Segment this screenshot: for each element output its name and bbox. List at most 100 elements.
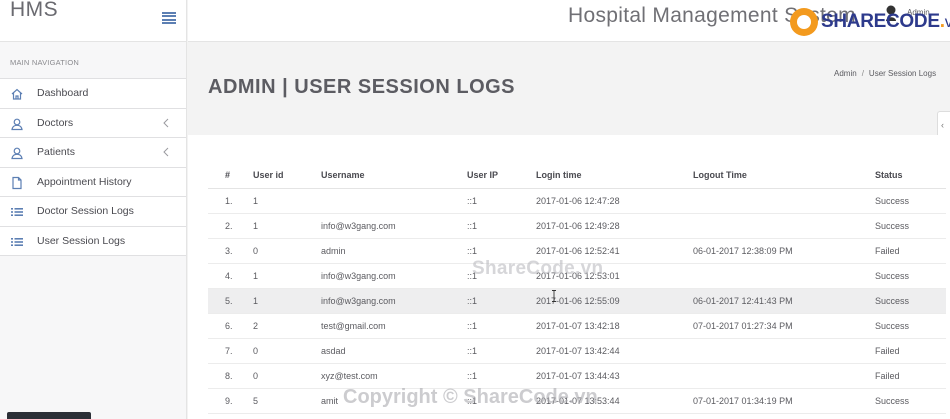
cell-login-time: 2017-01-06 12:52:41 bbox=[519, 238, 676, 264]
cell-logout-time: 06-01-2017 12:41:43 PM bbox=[676, 288, 858, 314]
cell-user-id: 0 bbox=[236, 338, 304, 364]
cell-logout-time bbox=[676, 188, 858, 214]
sidebar-item-dashboard[interactable]: Dashboard bbox=[0, 79, 186, 109]
table-row: 9. 5 amit::1 2017-01-07 13:53:44 07-01-2017 … bbox=[208, 388, 946, 414]
cell-user-ip: ::1 bbox=[450, 338, 519, 364]
breadcrumb-home[interactable]: Admin bbox=[834, 69, 857, 78]
cell-number: 6. bbox=[208, 313, 236, 339]
cell-number: 8. bbox=[208, 363, 236, 389]
list-icon bbox=[11, 237, 23, 246]
sidebar-item-label: Doctors bbox=[37, 116, 74, 129]
chevron-left-icon[interactable] bbox=[162, 146, 170, 158]
cell-user-ip: ::1 bbox=[450, 288, 519, 314]
text-cursor-icon bbox=[552, 290, 556, 302]
cell-user-id: 5 bbox=[236, 388, 304, 414]
cell-user-ip: ::1 bbox=[450, 263, 519, 289]
cell-status: Failed bbox=[858, 338, 946, 364]
sidebar-item-label: Patients bbox=[37, 146, 75, 159]
menu-toggle-icon[interactable] bbox=[162, 12, 176, 24]
cell-status: Failed bbox=[858, 363, 946, 389]
breadcrumb: Admin / User Session Logs bbox=[834, 69, 936, 78]
table-row: 4. 1 info@w3gang.com::1 2017-01-06 12:53:01… bbox=[208, 263, 946, 289]
nav-list: Dashboard Doctors Patients Appointment H… bbox=[0, 78, 186, 256]
sharecode-logo: SHARECODE.vn bbox=[790, 2, 950, 42]
cell-user-ip: ::1 bbox=[450, 388, 519, 414]
table-row: 6. 2 test@gmail.com::1 2017-01-07 13:42:18 0… bbox=[208, 313, 946, 339]
cell-user-ip: ::1 bbox=[450, 213, 519, 239]
cell-number: 7. bbox=[208, 338, 236, 364]
sidebar-item-label: Appointment History bbox=[37, 175, 132, 188]
user-session-logs-table: # User id Username User IP Login time Lo… bbox=[208, 163, 946, 414]
cell-username: admin bbox=[304, 238, 450, 264]
cell-login-time: 2017-01-06 12:53:01 bbox=[519, 263, 676, 289]
cell-username: asdad bbox=[304, 338, 450, 364]
cell-user-ip: ::1 bbox=[450, 188, 519, 214]
table-header-row: # User id Username User IP Login time Lo… bbox=[208, 163, 946, 189]
cell-username: test@gmail.com bbox=[304, 313, 450, 339]
page-header: ADMIN | USER SESSION LOGS Admin / User Ses… bbox=[188, 43, 950, 141]
cell-user-id: 2 bbox=[236, 313, 304, 339]
cell-user-id: 0 bbox=[236, 363, 304, 389]
cell-user-id: 1 bbox=[236, 213, 304, 239]
cell-status: Success bbox=[858, 263, 946, 289]
cell-user-ip: ::1 bbox=[450, 363, 519, 389]
sidebar-item-appointment-history[interactable]: Appointment History bbox=[0, 167, 186, 197]
sidebar-footer-bar bbox=[7, 412, 91, 419]
column-header-username: Username bbox=[304, 163, 450, 189]
cell-number: 1. bbox=[208, 188, 236, 214]
cell-status: Success bbox=[858, 213, 946, 239]
session-logs-panel: # User id Username User IP Login time Lo… bbox=[188, 135, 950, 419]
sharecode-logo-text: SHARECODE.vn bbox=[821, 11, 950, 32]
list-icon bbox=[11, 208, 23, 216]
sidebar-item-user-session-logs[interactable]: User Session Logs bbox=[0, 226, 186, 256]
cell-status: Failed bbox=[858, 238, 946, 264]
table-row: 1. 1::1 2017-01-06 12:47:28 Success bbox=[208, 188, 946, 214]
sharecode-logo-mark bbox=[790, 8, 818, 36]
cell-login-time: 2017-01-07 13:53:44 bbox=[519, 388, 676, 414]
cell-number: 5. bbox=[208, 288, 236, 314]
file-icon bbox=[12, 176, 22, 189]
cell-user-ip: ::1 bbox=[450, 238, 519, 264]
column-header-logout-time: Logout Time bbox=[676, 163, 858, 189]
table-row: 2. 1 info@w3gang.com::1 2017-01-06 12:49:28… bbox=[208, 213, 946, 239]
cell-status: Success bbox=[858, 313, 946, 339]
sidebar-item-doctor-session-logs[interactable]: Doctor Session Logs bbox=[0, 197, 186, 227]
cell-number: 4. bbox=[208, 263, 236, 289]
sidebar-item-doctors[interactable]: Doctors bbox=[0, 108, 186, 138]
cell-user-ip: ::1 bbox=[450, 313, 519, 339]
sidebar-item-patients[interactable]: Patients bbox=[0, 138, 186, 168]
cell-user-id: 0 bbox=[236, 238, 304, 264]
cell-username: info@w3gang.com bbox=[304, 263, 450, 289]
cell-logout-time bbox=[676, 338, 858, 364]
cell-logout-time: 06-01-2017 12:38:09 PM bbox=[676, 238, 858, 264]
column-header-user-ip: User IP bbox=[450, 163, 519, 189]
cell-username: info@w3gang.com bbox=[304, 288, 450, 314]
brand-logo[interactable]: HMS bbox=[10, 0, 58, 22]
sidebar-item-label: Dashboard bbox=[37, 87, 89, 100]
column-header-status: Status bbox=[858, 163, 946, 189]
cell-logout-time bbox=[676, 263, 858, 289]
user-icon bbox=[11, 147, 23, 160]
nav-caption: MAIN NAVIGATION bbox=[10, 58, 79, 67]
table-row-hovered: 5. 1 info@w3gang.com::1 2017-01-06 12:55:09… bbox=[208, 288, 946, 314]
cell-login-time: 2017-01-06 12:55:09 bbox=[519, 288, 676, 314]
column-header-login-time: Login time bbox=[519, 163, 676, 189]
cell-logout-time bbox=[676, 363, 858, 389]
cell-login-time: 2017-01-06 12:47:28 bbox=[519, 188, 676, 214]
chevron-left-icon[interactable] bbox=[162, 117, 170, 129]
table-body: 1. 1::1 2017-01-06 12:47:28 Success 2. 1 info… bbox=[208, 188, 946, 414]
home-icon bbox=[11, 88, 23, 100]
cell-status: Success bbox=[858, 188, 946, 214]
sidebar-item-label: Doctor Session Logs bbox=[37, 205, 134, 218]
cell-user-id: 1 bbox=[236, 188, 304, 214]
cell-username: amit bbox=[304, 388, 450, 414]
cell-login-time: 2017-01-07 13:42:18 bbox=[519, 313, 676, 339]
cell-number: 3. bbox=[208, 238, 236, 264]
breadcrumb-current: User Session Logs bbox=[868, 69, 937, 78]
table-row: 3. 0 admin::1 2017-01-06 12:52:41 06-01-2017… bbox=[208, 238, 946, 264]
cell-status: Success bbox=[858, 388, 946, 414]
table-row: 7. 0 asdad::1 2017-01-07 13:42:44 Failed bbox=[208, 338, 946, 364]
brand-bar: HMS bbox=[0, 0, 186, 42]
sidebar: HMS MAIN NAVIGATION Dashboard Doctors Pa… bbox=[0, 0, 187, 419]
column-header-user-id: User id bbox=[236, 163, 304, 189]
